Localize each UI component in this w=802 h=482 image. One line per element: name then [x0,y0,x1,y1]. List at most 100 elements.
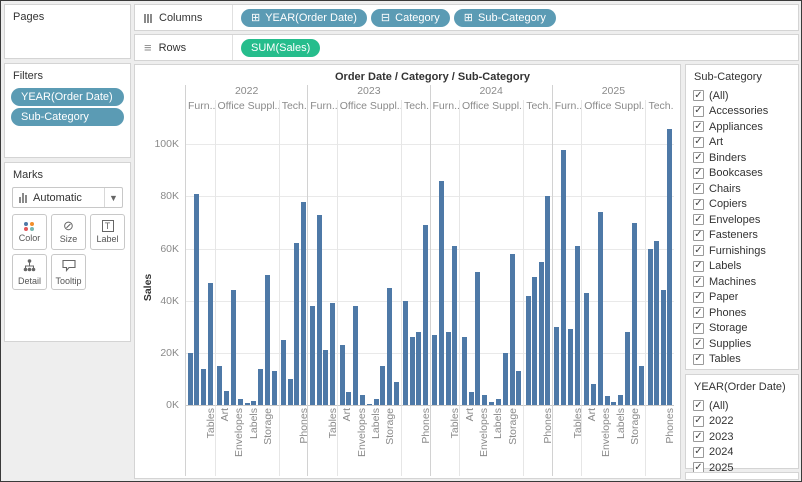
checkbox-checked[interactable]: ✓ [693,323,704,334]
bar[interactable] [231,290,236,405]
subcategory-filter-item[interactable]: ✓Storage [690,321,794,337]
bar[interactable] [265,275,270,405]
bar[interactable] [403,301,408,405]
checkbox-checked[interactable]: ✓ [693,90,704,101]
subcategory-filter-item[interactable]: ✓Binders [690,150,794,166]
bar[interactable] [598,212,603,405]
category-header[interactable]: Furn.. [553,100,582,114]
subcategory-filter-item[interactable]: ✓Art [690,135,794,151]
checkbox-checked[interactable]: ✓ [693,447,704,458]
checkbox-checked[interactable]: ✓ [693,245,704,256]
category-header[interactable]: Office Suppl.. [581,100,645,114]
bar[interactable] [188,353,193,405]
filter-pill[interactable]: Sub-Category [11,108,124,126]
category-header[interactable]: Office Suppl.. [337,100,401,114]
checkbox-checked[interactable]: ✓ [693,199,704,210]
filters-shelf[interactable]: Filters YEAR(Order Date)Sub-Category [4,63,131,158]
dimension-pill[interactable]: ⊞Sub-Category [454,9,556,27]
size-button[interactable]: ⊘Size [51,214,86,250]
subcategory-filter-item[interactable]: ✓Tables [690,352,794,368]
columns-shelf[interactable]: Columns ⊞YEAR(Order Date)⊟Category⊞Sub-C… [134,4,799,31]
year-header[interactable]: 2023 [308,85,429,100]
checkbox-checked[interactable]: ✓ [693,214,704,225]
bar[interactable] [462,337,467,405]
subcategory-filter-item[interactable]: ✓Fasteners [690,228,794,244]
tooltip-button[interactable]: Tooltip [51,254,86,290]
bar[interactable] [545,196,550,405]
bar[interactable] [245,403,250,405]
checkbox-checked[interactable]: ✓ [693,152,704,163]
filter-pill[interactable]: YEAR(Order Date) [11,88,124,106]
bar[interactable] [469,392,474,405]
bar[interactable] [394,382,399,406]
year-header[interactable]: 2025 [553,85,674,100]
bar[interactable] [251,401,256,405]
subcategory-filter-item[interactable]: ✓Supplies [690,336,794,352]
mark-type-dropdown[interactable]: Automatic ▼ [12,187,123,208]
checkbox-checked[interactable]: ✓ [693,121,704,132]
year-header[interactable]: 2024 [431,85,552,100]
bar[interactable] [217,366,222,405]
year-filter-item[interactable]: ✓2024 [690,445,794,461]
bar[interactable] [667,129,672,405]
measure-pill[interactable]: SUM(Sales) [241,39,320,57]
bar[interactable] [281,340,286,405]
subcategory-filter-item[interactable]: ✓Machines [690,274,794,290]
label-button[interactable]: TLabel [90,214,125,250]
bar[interactable] [516,371,521,405]
bar[interactable] [410,337,415,405]
subcategory-filter-item[interactable]: ✓Paper [690,290,794,306]
subcategory-filter-item[interactable]: ✓Accessories [690,104,794,120]
bar[interactable] [238,399,243,406]
subcategory-filter-item[interactable]: ✓Chairs [690,181,794,197]
bar[interactable] [639,366,644,405]
pages-shelf[interactable]: Pages [4,4,131,59]
subcategory-filter-item[interactable]: ✓Furnishings [690,243,794,259]
checkbox-checked[interactable]: ✓ [693,338,704,349]
bar[interactable] [294,243,299,405]
dimension-pill[interactable]: ⊞YEAR(Order Date) [241,9,367,27]
bar[interactable] [661,290,666,405]
category-header[interactable]: Tech.. [645,100,674,114]
category-header[interactable]: Furn.. [186,100,215,114]
bar[interactable] [208,283,213,406]
bar[interactable] [258,369,263,406]
checkbox-checked[interactable]: ✓ [693,261,704,272]
checkbox-checked[interactable]: ✓ [693,106,704,117]
bar[interactable] [272,371,277,405]
bar[interactable] [568,329,573,405]
bar[interactable] [432,335,437,405]
year-header[interactable]: 2022 [186,85,307,100]
bar[interactable] [452,246,457,405]
bar[interactable] [584,293,589,405]
bar[interactable] [201,369,206,406]
bar[interactable] [611,402,616,405]
bar[interactable] [310,306,315,405]
checkbox-checked[interactable]: ✓ [693,400,704,411]
category-header[interactable]: Furn.. [308,100,337,114]
bar[interactable] [439,181,444,405]
bar[interactable] [317,215,322,405]
subcategory-filter-item[interactable]: ✓Envelopes [690,212,794,228]
bar[interactable] [526,296,531,406]
bar[interactable] [380,366,385,405]
subcategory-filter-item[interactable]: ✓Bookcases [690,166,794,182]
bar[interactable] [532,277,537,405]
category-header[interactable]: Tech.. [279,100,308,114]
bar[interactable] [416,332,421,405]
bar[interactable] [374,399,379,406]
checkbox-checked[interactable]: ✓ [693,431,704,442]
bar[interactable] [360,395,365,405]
rows-shelf[interactable]: ≡ Rows SUM(Sales) [134,34,799,61]
year-filter-item[interactable]: ✓2023 [690,429,794,445]
bar[interactable] [591,384,596,405]
color-button[interactable]: Color [12,214,47,250]
bar[interactable] [482,395,487,405]
bar[interactable] [475,272,480,405]
category-header[interactable]: Tech.. [401,100,430,114]
chevron-down-icon[interactable]: ▼ [104,188,122,207]
bar[interactable] [330,303,335,405]
year-filter-item[interactable]: ✓(All) [690,398,794,414]
subcategory-filter-item[interactable]: ✓Phones [690,305,794,321]
bar[interactable] [496,399,501,406]
